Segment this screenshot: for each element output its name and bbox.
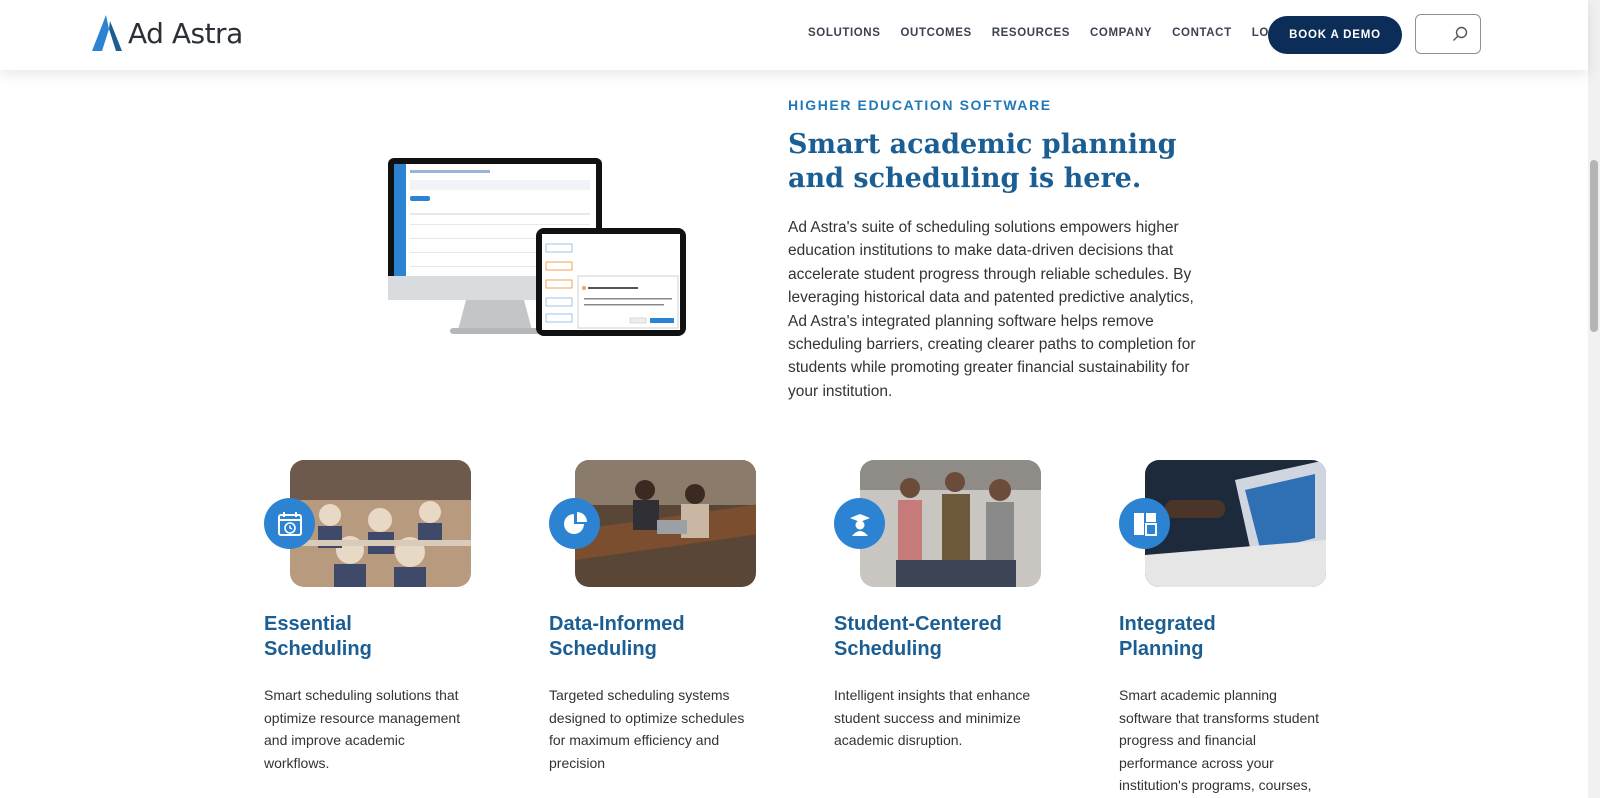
students-at-table-photo — [575, 460, 756, 587]
calendar-clock-icon — [264, 498, 315, 549]
laptop-analytics-photo — [1145, 460, 1326, 587]
logo-mark-icon — [92, 15, 122, 51]
card-title-line: Integrated — [1119, 613, 1216, 635]
card-title[interactable]: Data-Informed Scheduling — [549, 612, 769, 662]
students-walking-photo — [860, 460, 1041, 587]
card-title-line: Scheduling — [549, 638, 657, 660]
card-title-line: Planning — [1119, 638, 1204, 660]
main-nav: SOLUTIONS OUTCOMES RESOURCES COMPANY CON… — [808, 27, 1295, 39]
card-description: Targeted scheduling systems designed to … — [549, 687, 745, 771]
search-icon — [1453, 26, 1468, 41]
hero-body: Ad Astra's suite of scheduling solutions… — [788, 219, 1196, 400]
nav-resources[interactable]: RESOURCES — [992, 27, 1070, 39]
pie-chart-icon — [549, 498, 600, 549]
card-description: Intelligent insights that enhance studen… — [834, 687, 1031, 748]
nav-contact[interactable]: CONTACT — [1172, 27, 1232, 39]
brand-name: Ad Astra — [128, 16, 243, 50]
dashboard-layout-icon — [1119, 498, 1170, 549]
card-title-line: Student-Centered — [834, 613, 1002, 635]
card-description: Smart scheduling solutions that optimize… — [264, 687, 461, 771]
nav-company[interactable]: COMPANY — [1090, 27, 1152, 39]
card-title-line: Data-Informed — [549, 613, 685, 635]
monitor-tablet-illustration — [388, 158, 686, 336]
brand-logo[interactable]: Ad Astra — [92, 15, 243, 51]
card-title[interactable]: Integrated Planning — [1119, 612, 1339, 662]
hero-eyebrow: HIGHER EDUCATION SOFTWARE — [788, 97, 1052, 113]
lecture-hall-photo — [290, 460, 471, 587]
scrollbar-thumb[interactable] — [1590, 160, 1598, 332]
card-title-line: Essential — [264, 613, 352, 635]
hero-title: Smart academic planning and scheduling i… — [788, 129, 1177, 194]
product-devices-image — [386, 158, 688, 338]
graduate-icon — [834, 498, 885, 549]
page-scrollbar[interactable] — [1588, 0, 1600, 798]
card-title-line: Scheduling — [264, 638, 372, 660]
site-header: Ad Astra SOLUTIONS OUTCOMES RESOURCES CO… — [0, 0, 1588, 70]
search-button[interactable] — [1415, 14, 1481, 54]
card-title-line: Scheduling — [834, 638, 942, 660]
card-title[interactable]: Essential Scheduling — [264, 612, 484, 662]
card-title[interactable]: Student-Centered Scheduling — [834, 612, 1054, 662]
nav-outcomes[interactable]: OUTCOMES — [901, 27, 972, 39]
book-demo-button[interactable]: BOOK A DEMO — [1268, 16, 1402, 54]
card-description: Smart academic planning software that tr… — [1119, 687, 1319, 793]
nav-solutions[interactable]: SOLUTIONS — [808, 27, 881, 39]
